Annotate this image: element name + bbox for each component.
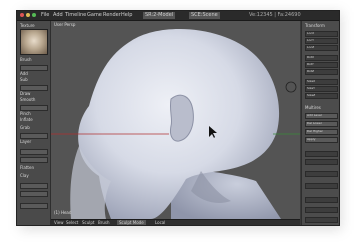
3d-viewport[interactable]: User Persp (1) Head: [51, 21, 300, 219]
brush-texture-preview[interactable]: [20, 29, 48, 55]
field-label: LocZ: [307, 45, 315, 49]
field-label: LocY: [307, 38, 314, 42]
3d-cursor-icon: [285, 81, 297, 93]
close-icon[interactable]: [20, 13, 24, 17]
viewport-label: User Persp: [54, 22, 76, 27]
menu-timeline[interactable]: Timeline: [65, 12, 86, 19]
menu-view[interactable]: View: [54, 220, 64, 225]
brush-option[interactable]: Clay: [20, 173, 29, 178]
left-tool-panel: Texture Brush Add Sub Draw Smooth Pinch …: [17, 21, 51, 225]
field-label: SizeY: [307, 86, 315, 90]
screen-selector[interactable]: SR:2-Model: [143, 12, 176, 19]
brush-option[interactable]: Inflate: [20, 117, 33, 122]
field-label: SizeX: [307, 79, 316, 83]
strength-slider[interactable]: [20, 149, 48, 155]
panel-header: Texture: [20, 23, 35, 28]
menu-file[interactable]: File: [41, 12, 49, 19]
render-level-field[interactable]: [305, 183, 338, 189]
vertex-color-toggle[interactable]: [305, 197, 338, 203]
edges-slider[interactable]: [305, 159, 338, 165]
stats-text: Ve:12345 | Fa:24690: [249, 12, 301, 18]
minimize-icon[interactable]: [26, 13, 30, 17]
brush-option[interactable]: Draw: [20, 91, 30, 96]
object-name: (1) Head: [54, 210, 72, 215]
texture-toggle[interactable]: [20, 203, 48, 209]
menu-bar: File Add Timeline Game Render Help SR:2-…: [17, 11, 339, 21]
button-label: Add Level: [307, 113, 322, 117]
menu-sculpt[interactable]: Sculpt: [82, 220, 95, 225]
size-slider[interactable]: [20, 157, 48, 163]
menu-render[interactable]: Render: [103, 12, 121, 19]
sculpt-mesh: [51, 29, 300, 219]
brush-option[interactable]: Grab: [20, 125, 30, 130]
brush-option[interactable]: Pinch: [20, 111, 31, 116]
menu-help[interactable]: Help: [121, 12, 132, 19]
field-label: RotX: [307, 55, 315, 59]
level-slider[interactable]: [305, 151, 338, 157]
menu-select[interactable]: Select: [66, 220, 78, 225]
menu-add[interactable]: Add: [53, 12, 63, 19]
transform-panel: Transform LocX LocY LocZ RotX RotY RotZ …: [301, 21, 339, 225]
brush-option[interactable]: Add: [20, 71, 28, 76]
button-label: Apply: [307, 137, 316, 141]
brush-option[interactable]: Smooth: [20, 97, 35, 102]
brush-option[interactable]: Flatten: [20, 165, 34, 170]
multires-header: Multires: [305, 105, 321, 110]
view-local-toggle[interactable]: Local: [155, 220, 165, 225]
scene-selector[interactable]: SCE:Scene: [189, 12, 220, 19]
symmetry-toggle[interactable]: [20, 183, 48, 189]
button-label: Del Higher: [307, 129, 323, 133]
field-label: SizeZ: [307, 93, 316, 97]
mode-selector[interactable]: Sculpt Mode: [117, 220, 146, 225]
brush-label: Brush: [20, 57, 32, 62]
brush-option[interactable]: Layer: [20, 139, 31, 144]
uv-toggle[interactable]: [305, 207, 338, 213]
menu-game[interactable]: Game: [87, 12, 102, 19]
blender-window: File Add Timeline Game Render Help SR:2-…: [16, 10, 340, 226]
field-label: RotY: [307, 62, 314, 66]
zoom-icon[interactable]: [32, 13, 36, 17]
viewport-header: View Select Sculpt Brush Sculpt Mode Loc…: [51, 219, 300, 225]
button-label: Del Lower: [307, 121, 322, 125]
field-label: RotZ: [307, 69, 315, 73]
menu-brush[interactable]: Brush: [98, 220, 110, 225]
pin-slider[interactable]: [305, 171, 338, 177]
normal-toggle[interactable]: [305, 217, 338, 223]
brush-option[interactable]: Sub: [20, 77, 28, 82]
transform-header: Transform: [305, 23, 325, 28]
airbrush-toggle[interactable]: [20, 191, 48, 197]
field-label: LocX: [307, 31, 315, 35]
